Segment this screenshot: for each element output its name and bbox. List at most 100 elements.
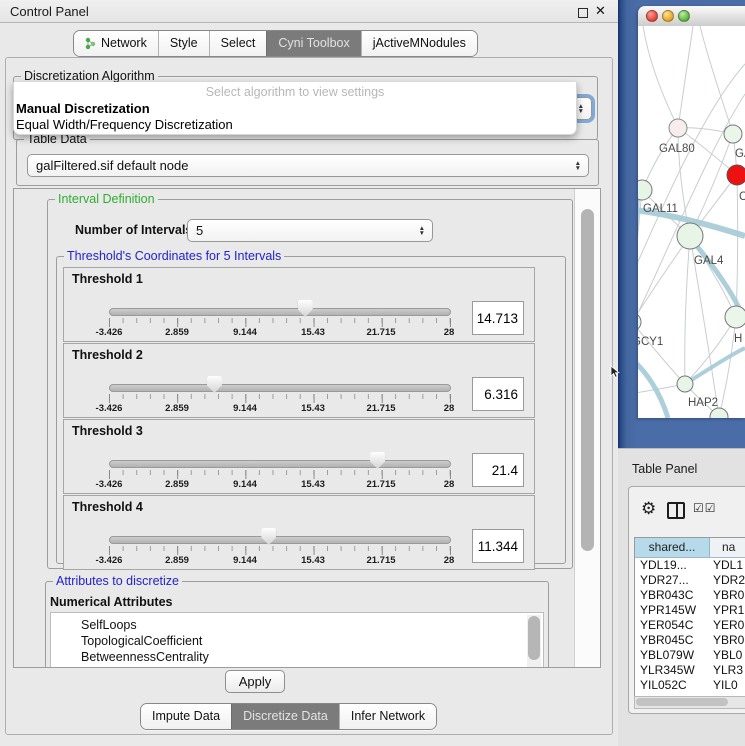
close-icon[interactable]: ✕ [595, 3, 606, 19]
close-traffic-light-icon[interactable] [646, 10, 658, 22]
node-label: GAL80 [659, 143, 695, 155]
table-horizontal-scrollbar-thumb[interactable] [636, 698, 728, 706]
network-canvas[interactable]: GAL80GACGAL11GAL4GCY1HHAP2 [638, 26, 745, 418]
tick-label: 9.144 [233, 327, 257, 338]
tab-network-label: Network [101, 31, 147, 56]
threshold-3-track[interactable] [109, 460, 451, 468]
table-header-row: shared... na [635, 538, 745, 558]
attribute-item[interactable]: BetweennessCentrality [51, 649, 543, 665]
threshold-4-value[interactable]: 11.344 [472, 529, 524, 563]
threshold-3-ticks [109, 470, 451, 479]
spinner-icon: ▲▼ [578, 104, 584, 114]
apply-button[interactable]: Apply [225, 670, 285, 693]
zoom-traffic-light-icon[interactable] [678, 10, 690, 22]
float-window-icon[interactable] [578, 8, 588, 18]
threshold-1-tick-labels: -3.4262.8599.14415.4321.71528 [64, 327, 534, 339]
threshold-2-label: Threshold 2 [72, 348, 143, 362]
number-of-intervals-label: Number of Intervals [75, 223, 192, 237]
table-row[interactable]: YBL079WYBL0 [635, 648, 745, 663]
table-row[interactable]: YIL052CYIL0 [635, 678, 745, 693]
node-label: GAL4 [694, 255, 724, 267]
table-horizontal-scrollbar[interactable] [634, 696, 745, 709]
tick-label: 28 [444, 479, 455, 490]
tab-cyni-toolbox[interactable]: Cyni Toolbox [266, 31, 360, 56]
dropdown-item-equal-width[interactable]: Equal Width/Frequency Discretization [16, 117, 233, 132]
table-row[interactable]: YLR345WYLR3 [635, 663, 745, 678]
table-row[interactable]: YBR045CYBR0 [635, 633, 745, 648]
column-layout-icon[interactable] [667, 502, 685, 519]
threshold-4-track[interactable] [109, 536, 451, 544]
tab-infer-network[interactable]: Infer Network [339, 704, 436, 729]
table-panel-body: ⚙ ☑☑ shared... na YDL19...YDL1YDR27...YD… [628, 486, 745, 714]
threshold-1-value[interactable]: 14.713 [472, 301, 524, 335]
numerical-attributes-list[interactable]: SelfLoopsTopologicalCoefficientBetweenne… [50, 612, 544, 668]
dropdown-item-manual[interactable]: Manual Discretization [16, 101, 150, 116]
node-gal80[interactable] [669, 119, 687, 137]
tab-discretize-data[interactable]: Discretize Data [231, 704, 339, 729]
threshold-2-track[interactable] [109, 384, 451, 392]
settings-scroll-panel: Interval Definition Number of Intervals … [13, 188, 601, 668]
settings-scrollbar[interactable] [574, 189, 601, 667]
tab-style[interactable]: Style [158, 31, 209, 56]
settings-scrollbar-thumb[interactable] [581, 209, 594, 551]
threshold-3-label: Threshold 3 [72, 424, 143, 438]
node-gal4[interactable] [677, 223, 703, 249]
tab-network[interactable]: Network [74, 31, 158, 56]
interval-definition-group: Interval Definition Number of Intervals … [47, 199, 573, 569]
threshold-3-tick-labels: -3.4262.8599.14415.4321.71528 [64, 479, 534, 491]
network-canvas-svg: GAL80GACGAL11GAL4GCY1HHAP2 [638, 26, 745, 418]
table-row[interactable]: YDL19...YDL1 [635, 558, 745, 573]
attributes-legend: Attributes to discretize [53, 574, 182, 588]
table-data-combobox[interactable]: galFiltered.sif default node ▲▼ [27, 154, 589, 177]
node-hap2[interactable] [677, 376, 693, 392]
node-label: GA [735, 148, 745, 160]
control-panel-titlebar: Control Panel ✕ [0, 0, 618, 23]
minimize-traffic-light-icon[interactable] [662, 10, 674, 22]
tick-label: 15.43 [301, 403, 325, 414]
tick-label: 9.144 [233, 479, 257, 490]
column-header-name[interactable]: na [710, 538, 745, 557]
threshold-1-track[interactable] [109, 308, 451, 316]
network-window-titlebar[interactable] [638, 6, 745, 27]
threshold-2-ticks [109, 394, 451, 403]
thresholds-group: Threshold's Coordinates for 5 Intervals … [56, 256, 566, 564]
tick-label: 21.715 [366, 555, 395, 566]
node-gcy1[interactable] [638, 313, 641, 331]
control-panel: Control Panel ✕ Network Style Select Cyn… [0, 0, 618, 745]
threshold-4-panel: Threshold 4 -3.4262.8599.14415.4321.7152… [63, 495, 535, 570]
tick-label: -3.426 [96, 403, 123, 414]
tab-jactivemnodules[interactable]: jActiveMNodules [361, 31, 477, 56]
attribute-item[interactable]: TopologicalCoefficient [51, 633, 543, 649]
tick-label: 15.43 [301, 327, 325, 338]
interval-definition-legend: Interval Definition [55, 192, 158, 206]
node-right[interactable] [725, 306, 745, 328]
node-topright[interactable] [724, 125, 742, 143]
attributes-scrollbar-thumb[interactable] [528, 616, 540, 660]
table-row[interactable]: YPR145WYPR1 [635, 603, 745, 618]
network-window: GAL80GACGAL11GAL4GCY1HHAP2 [638, 6, 745, 418]
table-data-group: Table Data galFiltered.sif default node … [16, 139, 599, 186]
table-data-value: galFiltered.sif default node [36, 155, 188, 176]
table-row[interactable]: YBR043CYBR0 [635, 588, 745, 603]
tab-select[interactable]: Select [209, 31, 267, 56]
network-icon [85, 37, 96, 50]
number-of-intervals-value: 5 [196, 220, 203, 241]
threshold-3-value[interactable]: 21.4 [472, 453, 524, 487]
table-row[interactable]: YER054CYER0 [635, 618, 745, 633]
table-panel-title: Table Panel [632, 462, 697, 476]
threshold-2-value[interactable]: 6.316 [472, 377, 524, 411]
attribute-item[interactable]: SelfLoops [51, 617, 543, 633]
select-columns-icon[interactable]: ☑☑ [693, 501, 717, 515]
gear-icon[interactable]: ⚙ [641, 499, 656, 519]
tab-impute-data[interactable]: Impute Data [141, 704, 231, 729]
mouse-cursor [610, 365, 620, 379]
node-label: HAP2 [688, 397, 718, 409]
node-bottom[interactable] [710, 408, 728, 418]
column-header-shared-name[interactable]: shared... [635, 538, 710, 557]
table-row[interactable]: YDR27...YDR2 [635, 573, 745, 588]
attributes-scrollbar[interactable] [527, 615, 541, 668]
number-of-intervals-combobox[interactable]: 5 ▲▼ [187, 219, 433, 242]
threshold-4-tick-labels: -3.4262.8599.14415.4321.71528 [64, 555, 534, 567]
node-gal11[interactable] [638, 180, 652, 200]
node-red[interactable] [727, 165, 745, 185]
